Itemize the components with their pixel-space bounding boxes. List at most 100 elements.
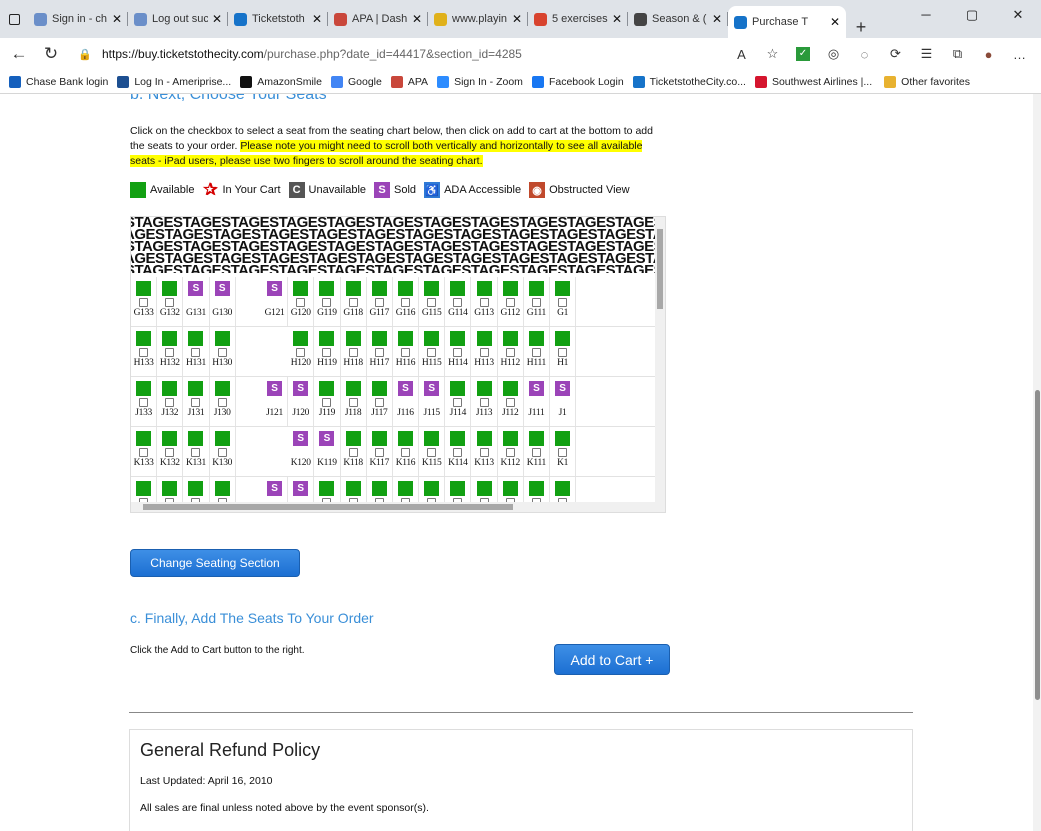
seat[interactable]: K118 — [341, 427, 367, 476]
seat-checkbox[interactable] — [427, 298, 437, 307]
add-to-cart-button[interactable]: Add to Cart + — [554, 644, 670, 675]
seat[interactable]: H132 — [157, 327, 184, 376]
seat[interactable]: H118 — [341, 327, 367, 376]
seat-checkbox[interactable] — [374, 448, 384, 457]
seat[interactable]: J113 — [471, 377, 498, 426]
browser-tab[interactable]: www.playin ✕ — [428, 4, 528, 34]
seat[interactable]: H120 — [288, 327, 315, 376]
seat[interactable]: H113 — [471, 327, 498, 376]
seat-checkbox[interactable] — [322, 398, 332, 407]
seat[interactable]: K115 — [419, 427, 446, 476]
browser-tab[interactable]: Sign in - ch ✕ — [28, 4, 128, 34]
seat[interactable]: K113 — [471, 427, 498, 476]
seat-checkbox[interactable] — [348, 298, 358, 307]
collections-icon[interactable]: ⧉ — [942, 46, 973, 62]
back-icon[interactable]: ← — [6, 44, 32, 64]
seat[interactable]: K116 — [393, 427, 420, 476]
seat[interactable]: J133 — [131, 377, 158, 426]
seat-checkbox[interactable] — [400, 448, 410, 457]
seat[interactable]: K133 — [131, 427, 158, 476]
seat-checkbox[interactable] — [531, 348, 541, 357]
tab-close-icon[interactable]: ✕ — [412, 12, 422, 26]
seat-checkbox[interactable] — [165, 348, 175, 357]
seat[interactable]: J112 — [498, 377, 524, 426]
tab-actions-menu-icon[interactable] — [0, 0, 28, 38]
seat-checkbox[interactable] — [165, 398, 175, 407]
seat[interactable]: J130 — [210, 377, 236, 426]
favorite-star-icon[interactable]: ☆ — [757, 46, 788, 62]
seat[interactable]: H116 — [393, 327, 420, 376]
browser-tab[interactable]: 5 exercises ✕ — [528, 4, 628, 34]
seat[interactable]: H133 — [131, 327, 158, 376]
change-seating-section-button[interactable]: Change Seating Section — [130, 549, 300, 577]
seating-chart-horizontal-scrollbar[interactable] — [131, 502, 665, 512]
browser-tab[interactable]: APA | Dash ✕ — [328, 4, 428, 34]
browser-tab[interactable]: Ticketstoth ✕ — [228, 4, 328, 34]
seat-checkbox[interactable] — [479, 448, 489, 457]
seat-checkbox[interactable] — [348, 448, 358, 457]
seat-checkbox[interactable] — [558, 298, 568, 307]
refresh-icon[interactable]: ↻ — [38, 44, 64, 64]
tab-close-icon[interactable]: ✕ — [512, 12, 522, 26]
tab-close-icon[interactable]: ✕ — [312, 12, 322, 26]
seat[interactable]: J132 — [157, 377, 184, 426]
seat-checkbox[interactable] — [139, 398, 149, 407]
seat[interactable]: H130 — [210, 327, 236, 376]
bookmark-item[interactable]: Chase Bank login — [9, 75, 108, 88]
seat-checkbox[interactable] — [453, 398, 463, 407]
seat[interactable]: J118 — [341, 377, 367, 426]
extension-icon[interactable]: ◌ — [849, 47, 880, 62]
tab-close-icon[interactable]: ✕ — [712, 12, 722, 26]
seat-checkbox[interactable] — [348, 398, 358, 407]
seat[interactable]: J131 — [183, 377, 210, 426]
profile-avatar[interactable]: ● — [973, 47, 1004, 62]
seat[interactable]: K112 — [498, 427, 524, 476]
seat[interactable]: H115 — [419, 327, 446, 376]
maximize-icon[interactable]: ▢ — [949, 0, 995, 30]
browser-tab[interactable]: Purchase T ✕ — [728, 6, 846, 38]
seat-checkbox[interactable] — [191, 348, 201, 357]
seat-checkbox[interactable] — [165, 298, 175, 307]
seat-checkbox[interactable] — [531, 298, 541, 307]
seat[interactable]: H111 — [524, 327, 550, 376]
seat-checkbox[interactable] — [479, 398, 489, 407]
seat[interactable]: K111 — [524, 427, 550, 476]
seat-checkbox[interactable] — [531, 448, 541, 457]
seat-checkbox[interactable] — [427, 348, 437, 357]
seat[interactable]: H117 — [367, 327, 393, 376]
seat-checkbox[interactable] — [453, 348, 463, 357]
seat-checkbox[interactable] — [217, 448, 227, 457]
read-aloud-icon[interactable]: A — [726, 47, 757, 62]
address-bar[interactable]: 🔒 https://buy.ticketstothecity.com/purch… — [78, 41, 658, 67]
seat-checkbox[interactable] — [374, 398, 384, 407]
extension-check-icon[interactable]: ✓ — [796, 47, 810, 61]
page-vertical-scrollbar[interactable] — [1033, 94, 1041, 831]
seat[interactable]: H131 — [183, 327, 210, 376]
bookmark-item[interactable]: APA — [390, 75, 428, 88]
seat-checkbox[interactable] — [453, 448, 463, 457]
seat-checkbox[interactable] — [322, 348, 332, 357]
tab-close-icon[interactable]: ✕ — [830, 15, 840, 29]
seat-checkbox[interactable] — [505, 448, 515, 457]
seat-checkbox[interactable] — [505, 348, 515, 357]
seat-checkbox[interactable] — [191, 448, 201, 457]
seat-checkbox[interactable] — [374, 348, 384, 357]
seat-checkbox[interactable] — [400, 298, 410, 307]
seat[interactable]: G132 — [157, 277, 184, 326]
seat-checkbox[interactable] — [453, 298, 463, 307]
seat-checkbox[interactable] — [165, 448, 175, 457]
bookmark-item[interactable]: Log In - Ameriprise... — [117, 75, 231, 88]
seat[interactable]: K131 — [183, 427, 210, 476]
seat[interactable]: K1 — [550, 427, 577, 476]
seat-checkbox[interactable] — [348, 348, 358, 357]
bookmark-item[interactable]: AmazonSmile — [240, 75, 322, 88]
seat[interactable]: K130 — [210, 427, 236, 476]
seat-checkbox[interactable] — [296, 298, 306, 307]
seat[interactable]: H114 — [445, 327, 472, 376]
lock-icon[interactable]: 🔒 — [78, 48, 92, 61]
seat-checkbox[interactable] — [139, 348, 149, 357]
seat[interactable]: G133 — [131, 277, 158, 326]
bookmark-item[interactable]: Sign In - Zoom — [437, 75, 523, 88]
bookmark-item[interactable]: Facebook Login — [531, 75, 624, 88]
seat[interactable]: G120 — [288, 277, 315, 326]
